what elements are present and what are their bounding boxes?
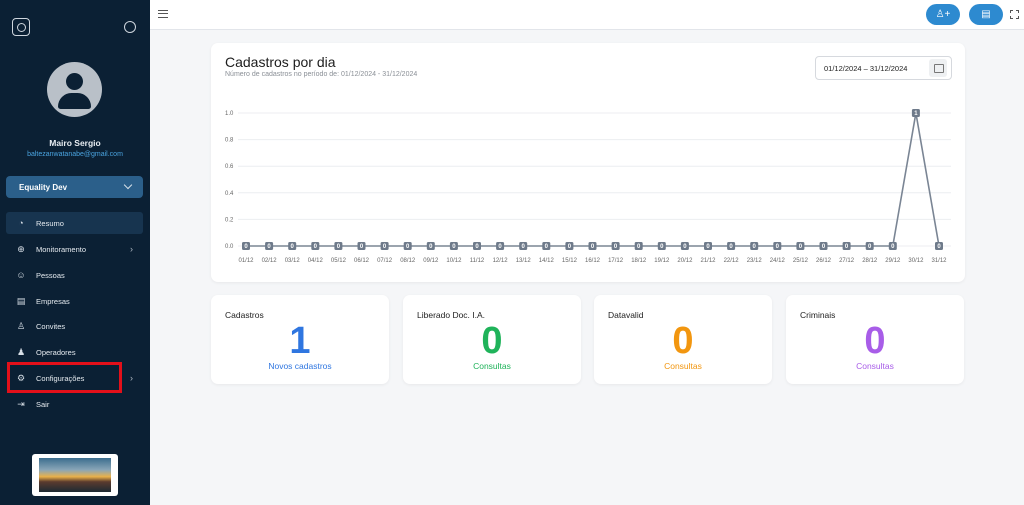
- sidebar-item-label: Pessoas: [36, 271, 65, 280]
- x-tick-label: 29/12: [885, 258, 901, 264]
- x-tick-label: 19/12: [654, 258, 670, 264]
- user-email: baltezanwatanabe@gmail.com: [27, 151, 123, 158]
- user-add-icon: ♙: [16, 321, 26, 331]
- company-logo-thumbnail: [32, 454, 118, 496]
- x-tick-label: 08/12: [400, 258, 416, 264]
- y-tick-label: 0.0: [225, 244, 234, 250]
- y-tick-label: 0.6: [225, 164, 234, 170]
- user-circle-icon[interactable]: [124, 21, 136, 33]
- stat-title: Datavalid: [608, 310, 644, 320]
- add-user-button[interactable]: ♙+: [926, 4, 960, 25]
- x-tick-label: 28/12: [862, 258, 878, 264]
- x-tick-label: 30/12: [908, 258, 924, 264]
- sidebar-item-label: Sair: [36, 400, 50, 409]
- hamburger-menu-icon[interactable]: [158, 10, 168, 18]
- sidebar-item-pessoas[interactable]: ☺ Pessoas: [6, 264, 143, 286]
- x-tick-label: 06/12: [354, 258, 370, 264]
- chevron-right-icon: ›: [130, 373, 133, 383]
- stat-card-criminais: Criminais 0 Consultas: [786, 295, 964, 384]
- pie-chart-icon: ◔: [18, 218, 24, 228]
- x-tick-label: 31/12: [931, 258, 947, 264]
- x-tick-label: 17/12: [608, 258, 624, 264]
- chevron-down-icon: [123, 180, 133, 190]
- y-tick-label: 0.8: [225, 138, 234, 144]
- fullscreen-icon[interactable]: [1010, 10, 1019, 19]
- logout-icon: ⇥: [17, 399, 25, 409]
- y-tick-label: 0.4: [225, 191, 234, 197]
- sidebar-item-resumo[interactable]: ◔ Resumo: [6, 212, 143, 234]
- x-tick-label: 09/12: [423, 258, 439, 264]
- highlight-annotation-box: [7, 362, 122, 393]
- sidebar-item-monitoramento[interactable]: ⊕ Monitoramento ›: [6, 238, 143, 260]
- sidebar-item-label: Empresas: [36, 297, 70, 306]
- logo-icon[interactable]: [12, 18, 30, 36]
- x-tick-label: 23/12: [747, 258, 763, 264]
- store-icon: ▤: [16, 296, 26, 306]
- y-tick-label: 1.0: [225, 111, 234, 117]
- sidebar-item-operadores[interactable]: ♟ Operadores: [6, 341, 143, 363]
- y-tick-label: 0.2: [225, 217, 234, 223]
- operators-icon: ♟: [16, 347, 26, 357]
- x-tick-label: 24/12: [770, 258, 786, 264]
- x-tick-label: 13/12: [516, 258, 532, 264]
- sidebar-item-label: Convites: [36, 322, 66, 331]
- x-tick-label: 04/12: [308, 258, 324, 264]
- company-select-label: Equality Dev: [19, 183, 68, 192]
- sidebar-item-sair[interactable]: ⇥ Sair: [6, 393, 143, 415]
- stat-value: 0: [481, 320, 503, 362]
- globe-icon: ⊕: [17, 244, 25, 254]
- x-tick-label: 05/12: [331, 258, 347, 264]
- user-name: Mairo Sergio: [49, 138, 101, 148]
- sidebar-item-label: Operadores: [36, 348, 76, 357]
- stat-card-datavalid: Datavalid 0 Consultas: [594, 295, 772, 384]
- sidebar: Mairo Sergio baltezanwatanabe@gmail.com …: [0, 0, 150, 505]
- stat-label: Novos cadastros: [268, 361, 332, 371]
- sidebar-item-label: Resumo: [36, 219, 64, 228]
- x-tick-label: 27/12: [839, 258, 855, 264]
- avatar: [47, 62, 102, 117]
- sidebar-item-empresas[interactable]: ▤ Empresas: [6, 290, 143, 312]
- people-icon: ☺: [16, 270, 26, 280]
- series-line: [246, 112, 940, 247]
- company-select[interactable]: Equality Dev: [6, 176, 143, 198]
- x-tick-label: 12/12: [493, 258, 509, 264]
- x-tick-label: 14/12: [539, 258, 555, 264]
- stat-label: Consultas: [664, 361, 702, 371]
- x-tick-label: 26/12: [816, 258, 832, 264]
- chevron-right-icon: ›: [130, 244, 133, 254]
- chart-card: Cadastros por dia Número de cadastros no…: [211, 43, 965, 282]
- user-add-icon: ♙+: [935, 9, 951, 20]
- store-action-button[interactable]: ▤: [969, 4, 1003, 25]
- stat-title: Cadastros: [225, 310, 264, 320]
- x-tick-label: 25/12: [793, 258, 809, 264]
- top-bar: ♙+ ▤: [150, 0, 1024, 30]
- x-tick-label: 10/12: [446, 258, 462, 264]
- sidebar-item-label: Monitoramento: [36, 245, 87, 254]
- x-tick-label: 16/12: [585, 258, 601, 264]
- x-tick-label: 20/12: [677, 258, 693, 264]
- sidebar-item-convites[interactable]: ♙ Convites: [6, 315, 143, 337]
- stat-card-cadastros: Cadastros 1 Novos cadastros: [211, 295, 389, 384]
- x-tick-label: 18/12: [631, 258, 647, 264]
- stat-value: 1: [289, 320, 311, 362]
- x-tick-label: 07/12: [377, 258, 393, 264]
- stat-value: 0: [672, 320, 694, 362]
- stat-title: Liberado Doc. I.A.: [417, 310, 486, 320]
- x-tick-label: 01/12: [238, 258, 254, 264]
- stat-label: Consultas: [856, 361, 894, 371]
- x-tick-label: 02/12: [262, 258, 278, 264]
- x-tick-label: 22/12: [724, 258, 740, 264]
- stat-value: 0: [864, 320, 886, 362]
- x-tick-label: 03/12: [285, 258, 301, 264]
- x-tick-label: 11/12: [470, 258, 485, 264]
- x-tick-label: 21/12: [700, 258, 716, 264]
- stat-card-liberado-doc: Liberado Doc. I.A. 0 Consultas: [403, 295, 581, 384]
- stat-title: Criminais: [800, 310, 836, 320]
- x-tick-label: 15/12: [562, 258, 578, 264]
- store-icon: ▤: [981, 9, 991, 20]
- stat-label: Consultas: [473, 361, 511, 371]
- line-chart: 0.00.20.40.60.81.0001/12002/12003/12004/…: [225, 109, 951, 264]
